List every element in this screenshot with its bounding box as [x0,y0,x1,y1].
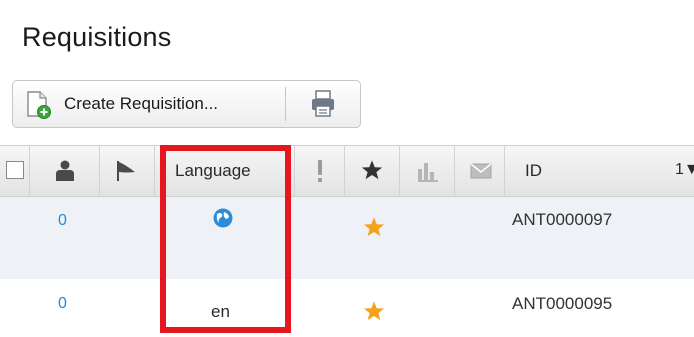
owner-column-header[interactable] [30,146,100,196]
row-count-link[interactable]: 0 [58,295,67,313]
table-row[interactable]: 0 en ANT0000095 [0,279,694,337]
flag-icon [117,161,135,181]
page-title: Requisitions [22,22,172,52]
id-column-label: ID [525,161,542,180]
create-requisition-label: Create Requisition... [64,94,219,113]
bar-chart-icon [418,163,438,182]
create-requisition-button[interactable]: Create Requisition... [13,81,285,127]
print-button[interactable] [286,81,360,127]
row-count-link[interactable]: 0 [58,212,67,230]
star-icon[interactable] [363,300,385,322]
favorite-column-header[interactable] [345,146,400,196]
select-all-checkbox[interactable] [6,161,24,179]
select-all-column[interactable] [0,146,30,196]
star-icon[interactable] [363,216,385,238]
sort-indicator[interactable]: 1▼ [675,161,694,179]
language-column-header[interactable]: Language [155,146,295,196]
envelope-icon [470,163,492,179]
globe-icon [213,208,233,228]
messages-column-header[interactable] [455,146,505,196]
new-document-icon [27,91,51,119]
table-header: Language ID 1▼ [0,145,694,197]
language-column-label: Language [175,161,251,180]
person-icon [56,160,74,181]
requisition-id[interactable]: ANT0000095 [512,294,612,314]
table-row[interactable]: 0 ANT0000097 [0,197,694,279]
id-column-header[interactable]: ID 1▼ [505,146,694,196]
flag-column-header[interactable] [100,146,155,196]
priority-column-header[interactable] [295,146,345,196]
toolbar: Create Requisition... [12,80,361,128]
language-value: en [211,302,230,321]
stats-column-header[interactable] [400,146,455,196]
exclamation-icon [318,160,322,182]
printer-icon [312,90,334,117]
star-icon [361,160,383,180]
requisition-id[interactable]: ANT0000097 [512,210,612,230]
